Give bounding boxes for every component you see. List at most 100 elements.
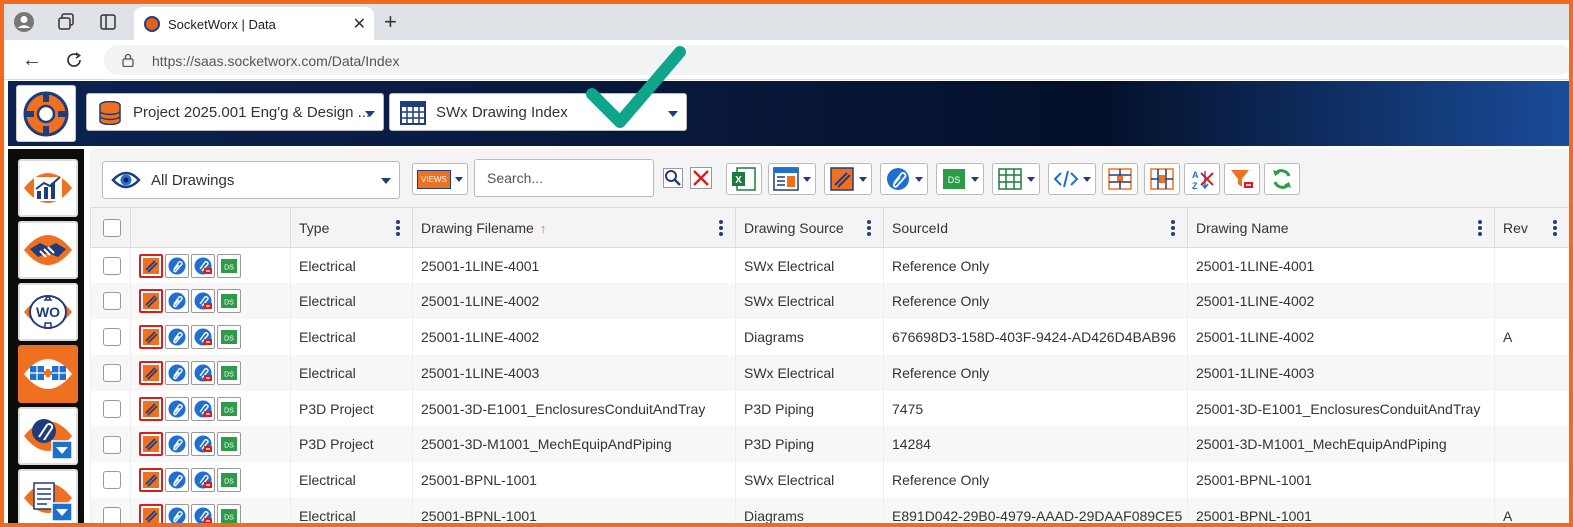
- remove-attachment-icon[interactable]: [191, 360, 215, 385]
- close-tab-icon[interactable]: ✕: [353, 14, 366, 34]
- svg-text:X: X: [735, 175, 742, 186]
- attachment-icon[interactable]: [165, 324, 189, 349]
- attachment-icon[interactable]: [165, 432, 189, 457]
- remove-attachment-icon[interactable]: [191, 324, 215, 349]
- row-checkbox[interactable]: [103, 507, 121, 523]
- view-dropdown[interactable]: All Drawings: [102, 161, 400, 199]
- open-drawing-icon[interactable]: [139, 360, 163, 385]
- sidebar-item-data[interactable]: [18, 345, 78, 403]
- ds-icon[interactable]: DS: [217, 289, 241, 314]
- back-arrow-icon[interactable]: ←: [20, 48, 44, 72]
- refresh-icon[interactable]: [62, 48, 86, 72]
- search-input[interactable]: [474, 159, 654, 197]
- column-header-rev[interactable]: Rev: [1494, 207, 1569, 248]
- open-drawing-icon[interactable]: [139, 396, 163, 421]
- ds-button[interactable]: DS: [936, 163, 984, 195]
- ds-icon[interactable]: DS: [217, 468, 241, 493]
- export-excel-button[interactable]: X: [726, 163, 762, 195]
- remove-attachment-icon[interactable]: [191, 396, 215, 421]
- column-menu-icon[interactable]: [396, 220, 400, 236]
- ds-icon[interactable]: DS: [217, 396, 241, 421]
- refresh-button[interactable]: [1264, 163, 1300, 195]
- insert-column-button[interactable]: [1144, 163, 1180, 195]
- drawing-tools-button[interactable]: [824, 163, 872, 195]
- ds-icon[interactable]: DS: [217, 432, 241, 457]
- table-row[interactable]: DS Electrical 25001-1LINE-4003 SWx Electric…: [90, 354, 1569, 391]
- insert-row-button[interactable]: [1102, 163, 1138, 195]
- project-dropdown[interactable]: Project 2025.001 Eng'g & Design ...: [86, 93, 384, 131]
- table-row[interactable]: DS Electrical 25001-1LINE-4002 SWx Electric…: [90, 283, 1569, 320]
- cell-filename: 25001-1LINE-4003: [412, 354, 736, 391]
- column-menu-icon[interactable]: [1553, 220, 1557, 236]
- sort-clear-button[interactable]: AZ: [1184, 163, 1220, 195]
- new-tab-icon[interactable]: +: [384, 9, 397, 35]
- attachment-icon[interactable]: [165, 468, 189, 493]
- socketworx-logo[interactable]: [16, 85, 76, 142]
- table-row[interactable]: DS P3D Project 25001-3D-M1001_MechEquipAnd…: [90, 426, 1569, 463]
- column-header-sourceid[interactable]: SourceId: [883, 207, 1188, 248]
- views-button[interactable]: VIEWS: [412, 163, 468, 195]
- sidebar-item-attachments[interactable]: [18, 407, 78, 465]
- attachments-button[interactable]: [880, 163, 928, 195]
- table-row[interactable]: DS Electrical 25001-1LINE-4002 Diagrams 6766…: [90, 319, 1569, 355]
- open-drawing-icon[interactable]: [139, 253, 163, 278]
- remove-attachment-icon[interactable]: [191, 503, 215, 523]
- table-row[interactable]: DS Electrical 25001-1LINE-4001 SWx Electric…: [90, 247, 1569, 284]
- browser-tab-active[interactable]: SocketWorx | Data ✕: [134, 7, 374, 40]
- column-chooser-button[interactable]: [768, 163, 816, 195]
- sidebar-item-dashboard[interactable]: [18, 159, 78, 217]
- sidebar-item-partners[interactable]: [18, 221, 78, 279]
- open-drawing-icon[interactable]: [139, 289, 163, 314]
- remove-attachment-icon[interactable]: [191, 253, 215, 278]
- sidebar-item-work-orders[interactable]: WO: [18, 283, 78, 341]
- address-bar-row: ← https://saas.socketworx.com/Data/Index: [4, 40, 1569, 80]
- row-checkbox[interactable]: [103, 328, 121, 347]
- open-drawing-icon[interactable]: [139, 432, 163, 457]
- column-menu-icon[interactable]: [719, 220, 723, 236]
- row-checkbox[interactable]: [103, 399, 121, 418]
- ds-icon[interactable]: DS: [217, 324, 241, 349]
- actions-column-header: [130, 207, 291, 248]
- ds-icon[interactable]: DS: [217, 360, 241, 385]
- remove-attachment-icon[interactable]: [191, 468, 215, 493]
- attachment-icon[interactable]: [165, 503, 189, 523]
- table-row[interactable]: DS P3D Project 25001-3D-E1001_EnclosuresCo…: [90, 390, 1569, 427]
- select-all-checkbox[interactable]: [103, 218, 121, 237]
- table-row[interactable]: DS Electrical 25001-BPNL-1001 Diagrams E891D…: [90, 498, 1569, 523]
- row-checkbox[interactable]: [103, 363, 121, 382]
- open-drawing-icon[interactable]: [139, 468, 163, 493]
- table-row[interactable]: DS Electrical 25001-BPNL-1001 SWx Electrica…: [90, 462, 1569, 499]
- profile-icon[interactable]: [12, 10, 36, 34]
- attachment-icon[interactable]: [165, 360, 189, 385]
- row-checkbox[interactable]: [103, 435, 121, 454]
- search-icon[interactable]: [662, 167, 684, 189]
- url-field[interactable]: https://saas.socketworx.com/Data/Index: [104, 45, 1569, 75]
- column-menu-icon[interactable]: [1478, 220, 1482, 236]
- cell-filename: 25001-1LINE-4002: [412, 319, 736, 355]
- filter-clear-button[interactable]: [1224, 163, 1260, 195]
- column-menu-icon[interactable]: [867, 220, 871, 236]
- column-header-type[interactable]: Type: [290, 207, 413, 248]
- sidebar-item-reports[interactable]: [18, 469, 78, 523]
- row-checkbox[interactable]: [103, 256, 121, 275]
- attachment-icon[interactable]: [165, 253, 189, 278]
- tab-actions-icon[interactable]: [96, 10, 120, 34]
- remove-attachment-icon[interactable]: [191, 432, 215, 457]
- row-checkbox[interactable]: [103, 292, 121, 311]
- ds-icon[interactable]: DS: [217, 503, 241, 523]
- open-drawing-icon[interactable]: [139, 324, 163, 349]
- grid-layout-button[interactable]: [992, 163, 1040, 195]
- column-header-drawing-source[interactable]: Drawing Source: [735, 207, 884, 248]
- column-menu-icon[interactable]: [1171, 220, 1175, 236]
- attachment-icon[interactable]: [165, 289, 189, 314]
- clear-search-icon[interactable]: [690, 167, 712, 189]
- ds-icon[interactable]: DS: [217, 253, 241, 278]
- row-checkbox[interactable]: [103, 471, 121, 490]
- open-drawing-icon[interactable]: [139, 503, 163, 523]
- code-view-button[interactable]: [1048, 163, 1096, 195]
- remove-attachment-icon[interactable]: [191, 289, 215, 314]
- attachment-icon[interactable]: [165, 396, 189, 421]
- column-header-drawing-filename[interactable]: Drawing Filename ↑: [412, 207, 736, 248]
- column-header-drawing-name[interactable]: Drawing Name: [1187, 207, 1495, 248]
- workspaces-icon[interactable]: [54, 10, 78, 34]
